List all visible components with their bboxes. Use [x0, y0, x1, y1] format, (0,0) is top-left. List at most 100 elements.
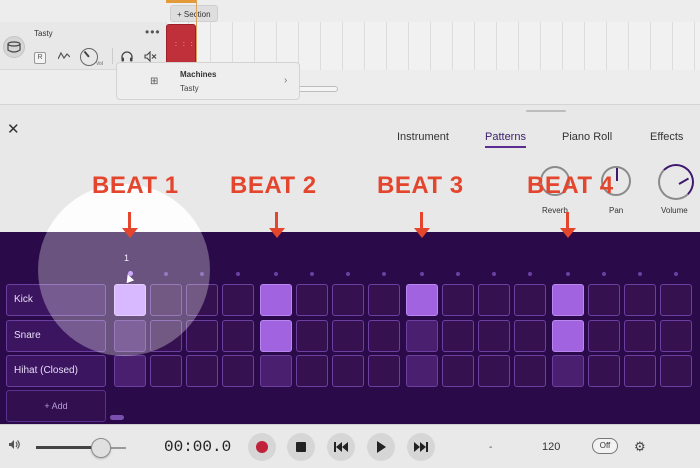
step-cell[interactable]: [660, 284, 692, 316]
tab-piano-roll[interactable]: Piano Roll: [562, 131, 612, 143]
step-cell[interactable]: [442, 355, 474, 387]
metronome-toggle[interactable]: Off: [592, 438, 618, 454]
step-cell[interactable]: [296, 355, 328, 387]
close-panel-button[interactable]: ✕: [7, 122, 20, 137]
master-volume-thumb[interactable]: [90, 438, 111, 458]
volume-label: Volume: [661, 206, 688, 215]
step-cell[interactable]: [514, 284, 546, 316]
volume-knob[interactable]: [658, 164, 694, 200]
step-cell[interactable]: [660, 355, 692, 387]
add-row-button[interactable]: + Add: [6, 390, 106, 422]
rewind-button[interactable]: [327, 433, 355, 461]
step-dot: [492, 272, 496, 276]
gear-icon[interactable]: ⚙: [634, 439, 646, 455]
step-cell[interactable]: [260, 320, 292, 352]
track-menu-icon[interactable]: •••: [145, 25, 161, 39]
panel-resize-handle[interactable]: [526, 110, 566, 112]
step-cell[interactable]: [514, 320, 546, 352]
step-cell[interactable]: [588, 320, 620, 352]
tab-patterns[interactable]: Patterns: [485, 131, 526, 148]
step-cell[interactable]: [368, 320, 400, 352]
step-cell[interactable]: [260, 284, 292, 316]
step-cell[interactable]: [296, 320, 328, 352]
step-cell[interactable]: [552, 355, 584, 387]
step-dot: [602, 272, 606, 276]
step-cell[interactable]: [442, 320, 474, 352]
play-icon: [377, 441, 386, 453]
track-volume-caption: Vol: [96, 61, 103, 67]
step-cell[interactable]: [150, 320, 182, 352]
step-dot: [346, 272, 350, 276]
current-step-number: 1: [124, 253, 130, 263]
step-cell[interactable]: [478, 320, 510, 352]
step-dot: [638, 272, 642, 276]
step-cell[interactable]: [442, 284, 474, 316]
step-dot: [274, 272, 278, 276]
chevron-right-icon[interactable]: ›: [284, 75, 287, 86]
step-cell[interactable]: [260, 355, 292, 387]
drum-icon[interactable]: [3, 36, 25, 58]
loop-marker[interactable]: [166, 0, 196, 3]
step-cell[interactable]: [624, 320, 656, 352]
step-cell[interactable]: [368, 284, 400, 316]
tempo-display[interactable]: 120: [542, 441, 560, 453]
step-cell[interactable]: [150, 284, 182, 316]
transport-bar: 00:00.0 - 120 Off ⚙: [0, 424, 700, 468]
tab-effects[interactable]: Effects: [650, 131, 683, 143]
beat-4-label: BEAT 4: [527, 172, 614, 199]
step-cell[interactable]: [332, 355, 364, 387]
step-cell[interactable]: [114, 320, 146, 352]
record-button[interactable]: [248, 433, 276, 461]
step-dot: [310, 272, 314, 276]
step-cell[interactable]: [514, 355, 546, 387]
step-cell[interactable]: [588, 355, 620, 387]
step-dot: [382, 272, 386, 276]
sequencer-scrollbar[interactable]: [110, 415, 124, 420]
step-cell[interactable]: [222, 355, 254, 387]
add-section-button[interactable]: + Section: [170, 5, 218, 22]
step-cell[interactable]: [478, 355, 510, 387]
step-dot: [200, 272, 204, 276]
instrument-selector[interactable]: [116, 62, 300, 100]
step-cell[interactable]: [114, 284, 146, 316]
step-cell[interactable]: [624, 355, 656, 387]
step-cell[interactable]: [186, 284, 218, 316]
step-cell[interactable]: [222, 284, 254, 316]
step-cell[interactable]: [150, 355, 182, 387]
step-cell[interactable]: [368, 355, 400, 387]
play-button[interactable]: [367, 433, 395, 461]
step-cell[interactable]: [406, 320, 438, 352]
step-cell[interactable]: [114, 355, 146, 387]
step-dot: [566, 272, 570, 276]
fast-forward-button[interactable]: [407, 433, 435, 461]
step-cell[interactable]: [624, 284, 656, 316]
step-cell[interactable]: [332, 284, 364, 316]
automation-icon[interactable]: [57, 51, 71, 64]
step-cell[interactable]: [406, 355, 438, 387]
step-cell[interactable]: [332, 320, 364, 352]
beat-1-label: BEAT 1: [92, 172, 179, 199]
step-cell[interactable]: [296, 284, 328, 316]
step-cell[interactable]: [186, 355, 218, 387]
stop-button[interactable]: [287, 433, 315, 461]
step-cell[interactable]: [552, 320, 584, 352]
position-display: -: [489, 442, 493, 453]
step-cell[interactable]: [588, 284, 620, 316]
divider: [112, 48, 113, 64]
track-name[interactable]: Tasty: [34, 29, 53, 38]
row-label-hihat[interactable]: Hihat (Closed): [6, 355, 106, 387]
speaker-icon[interactable]: [8, 439, 21, 453]
step-cell[interactable]: [478, 284, 510, 316]
record-arm-button[interactable]: R: [34, 52, 46, 64]
tab-instrument[interactable]: Instrument: [397, 131, 449, 143]
step-dot: [164, 272, 168, 276]
row-label-kick[interactable]: Kick: [6, 284, 106, 316]
step-dot: [674, 272, 678, 276]
row-label-snare[interactable]: Snare: [6, 320, 106, 352]
step-cell[interactable]: [222, 320, 254, 352]
step-cell[interactable]: [660, 320, 692, 352]
beat-3-label: BEAT 3: [377, 172, 464, 199]
step-cell[interactable]: [186, 320, 218, 352]
step-cell[interactable]: [406, 284, 438, 316]
step-cell[interactable]: [552, 284, 584, 316]
